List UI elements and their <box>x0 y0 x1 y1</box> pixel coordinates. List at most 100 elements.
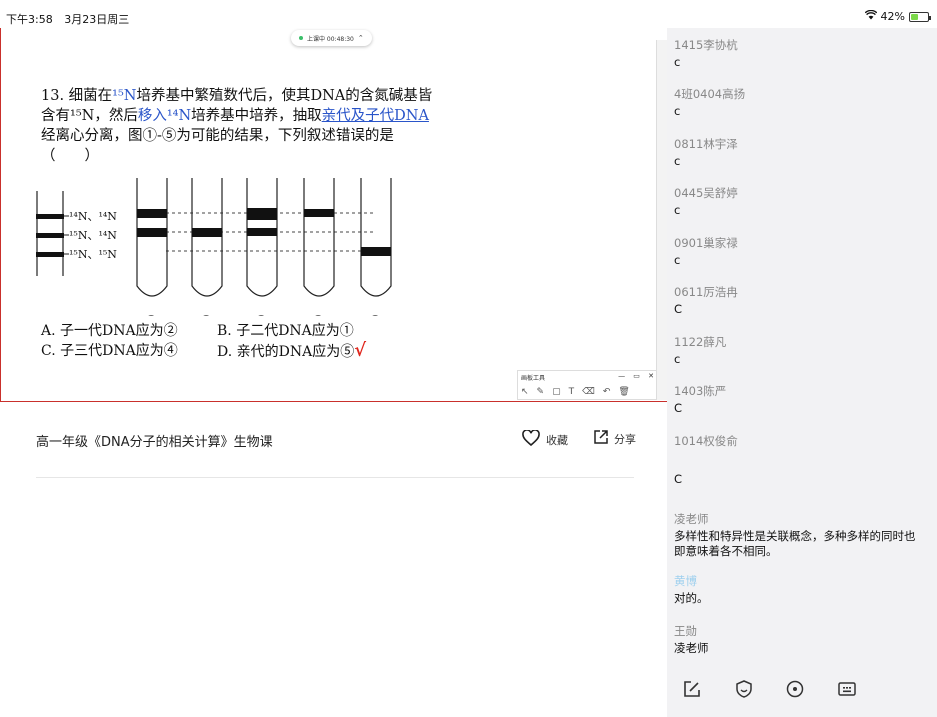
chat-sender: 1122薛凡 <box>674 335 727 349</box>
lecture-video[interactable]: 上课中 00:48:30 ⌃ 13. 细菌在¹⁵N培养基中繁殖数代后，使其DNA… <box>0 28 667 402</box>
eraser-icon[interactable]: ⌫ <box>582 387 595 397</box>
shield-icon <box>736 680 752 698</box>
checkmark-annotation: √ <box>354 340 367 361</box>
favorite-label: 收藏 <box>546 433 568 447</box>
legend-label: ¹⁵N、¹⁵N <box>69 248 117 261</box>
heart-icon <box>522 429 540 449</box>
chat-message: 4班0404高扬 c <box>674 87 924 119</box>
tube-2 <box>191 178 223 297</box>
centrifuge-diagram: ¹⁴N、¹⁴N ¹⁵N、¹⁴N ¹⁵N、¹⁵N <box>36 178 392 316</box>
chat-sender: 0445吴舒婷 <box>674 186 738 200</box>
chat-text: c <box>674 154 681 168</box>
option-a: A. 子一代DNA应为② <box>41 323 178 339</box>
divider <box>36 477 634 478</box>
battery-icon <box>909 11 931 22</box>
chat-text: 凌老师 <box>674 641 709 655</box>
undo-icon[interactable]: ↶ <box>603 387 611 397</box>
option-c: C. 子三代DNA应为④ <box>41 343 178 359</box>
pointer-icon[interactable]: ↖ <box>521 387 529 397</box>
chat-message: 0901巢家禄 c <box>674 236 924 268</box>
chat-text: C <box>674 302 683 316</box>
target-icon <box>786 680 804 698</box>
rectangle-icon[interactable]: ▢ <box>552 387 561 397</box>
pen-toolbar-title: 画板工具 <box>521 375 546 382</box>
tube-4 <box>303 178 335 297</box>
chat-sender: 黄博 <box>674 574 697 588</box>
chat-panel[interactable]: 1415李协杭 c 4班0404高扬 c 0811林宇泽 c 0445吴舒婷 c 0901巢家禄… <box>667 28 937 717</box>
tube-label: ⑤ <box>368 312 382 316</box>
trash-icon[interactable]: 🗑 <box>618 387 629 397</box>
question-part: 培养基中培养，抽取 <box>191 108 322 124</box>
chat-text: C <box>674 401 683 415</box>
question-part: ¹⁵N <box>112 88 137 104</box>
question-part: 移入¹⁴N <box>137 108 192 124</box>
share-icon <box>594 430 608 447</box>
chevron-up-icon: ⌃ <box>357 34 364 42</box>
chat-message: 1014权俊俞 C <box>674 434 924 487</box>
chat-sender: 凌老师 <box>674 512 709 526</box>
option-d: D. 亲代的DNA应为⑤√ <box>217 341 393 362</box>
pen-toolbar[interactable]: 画板工具 — ▭ ✕ ↖ ✎ ▢ T ⌫ ↶ 🗑 <box>517 370 662 400</box>
record-button[interactable] <box>784 678 806 700</box>
status-bar: 下午3:58 3月23日周三 42% <box>0 0 937 28</box>
keyboard-icon <box>838 682 856 696</box>
chat-sender: 1014权俊俞 <box>674 434 738 448</box>
option-d-text: D. 亲代的DNA应为⑤ <box>217 344 355 360</box>
chat-message: 1415李协杭 c <box>674 38 924 70</box>
tube-label: ③ <box>254 312 268 316</box>
text-icon[interactable]: T <box>569 387 575 397</box>
keyboard-button[interactable] <box>836 678 858 700</box>
question-part: 经离心分离，图①-⑤为可能的结果，下列叙述错误的是（ ） <box>41 128 394 164</box>
chat-text: 多样性和特异性是关联概念，多种多样的同时也即意味着各不相同。 <box>674 529 916 558</box>
wifi-icon <box>864 9 877 23</box>
chat-sender: 0611厉浩冉 <box>674 285 738 299</box>
video-side-strip <box>656 40 667 400</box>
course-title: 高一年级《DNA分子的相关计算》生物课 <box>36 435 273 450</box>
pen-icon[interactable]: ✎ <box>537 387 545 397</box>
status-date: 3月23日周三 <box>64 13 130 26</box>
chat-sender: 0901巢家禄 <box>674 236 738 250</box>
class-timer[interactable]: 上课中 00:48:30 ⌃ <box>291 30 372 46</box>
chat-message: 0611厉浩冉 C <box>674 285 924 317</box>
chat-sender: 4班0404高扬 <box>674 87 746 101</box>
chat-message: 王勋 凌老师 <box>674 624 924 656</box>
timer-text: 上课中 00:48:30 <box>307 35 354 43</box>
chat-text: 对的。 <box>674 591 709 605</box>
edit-icon <box>684 681 700 697</box>
share-button[interactable]: 分享 <box>594 430 636 447</box>
chat-text: c <box>674 352 681 366</box>
chat-message: 0811林宇泽 c <box>674 137 924 169</box>
chat-message: 1122薛凡 c <box>674 335 924 367</box>
chat-sender: 王勋 <box>674 624 697 638</box>
chat-message: 凌老师多样性和特异性是关联概念，多种多样的同时也即意味着各不相同。 <box>674 512 924 559</box>
tube-1 <box>136 178 168 297</box>
chat-text: c <box>674 104 681 118</box>
chat-message: 0445吴舒婷 c <box>674 186 924 218</box>
chat-message: 1403陈严 C <box>674 384 924 416</box>
tube-label: ② <box>199 312 213 316</box>
legend-tube: ¹⁴N、¹⁴N ¹⁵N、¹⁴N ¹⁵N、¹⁵N <box>36 191 117 276</box>
tube-label: ① <box>144 312 158 316</box>
chat-sender: 1415李协杭 <box>674 38 738 52</box>
battery-percent: 42% <box>880 10 905 23</box>
edit-button[interactable] <box>681 678 703 700</box>
chat-message: 黄博 对的。 <box>674 574 924 606</box>
question-part: 13. 细菌在 <box>41 88 113 104</box>
chat-text: c <box>674 253 681 267</box>
chat-text: C <box>674 472 683 486</box>
live-dot-icon <box>299 36 303 40</box>
hand-raise-button[interactable] <box>733 678 755 700</box>
pen-toolbar-window-controls[interactable]: — ▭ ✕ <box>618 372 657 380</box>
question-part: 亲代及子代DNA <box>321 108 429 124</box>
chat-sender: 1403陈严 <box>674 384 727 398</box>
share-label: 分享 <box>614 432 636 446</box>
status-time: 下午3:58 <box>6 13 53 26</box>
question-text: 13. 细菌在¹⁵N培养基中繁殖数代后，使其DNA的含氮碱基皆含有¹⁵N，然后移… <box>41 86 441 166</box>
legend-label: ¹⁵N、¹⁴N <box>69 229 117 242</box>
tube-3 <box>246 178 278 297</box>
chat-sender: 0811林宇泽 <box>674 137 738 151</box>
chat-text: c <box>674 203 681 217</box>
favorite-button[interactable]: 收藏 <box>522 429 568 449</box>
chat-toolbar <box>667 674 937 704</box>
answer-options: A. 子一代DNA应为② B. 子二代DNA应为① C. 子三代DNA应为④ D… <box>41 321 393 362</box>
